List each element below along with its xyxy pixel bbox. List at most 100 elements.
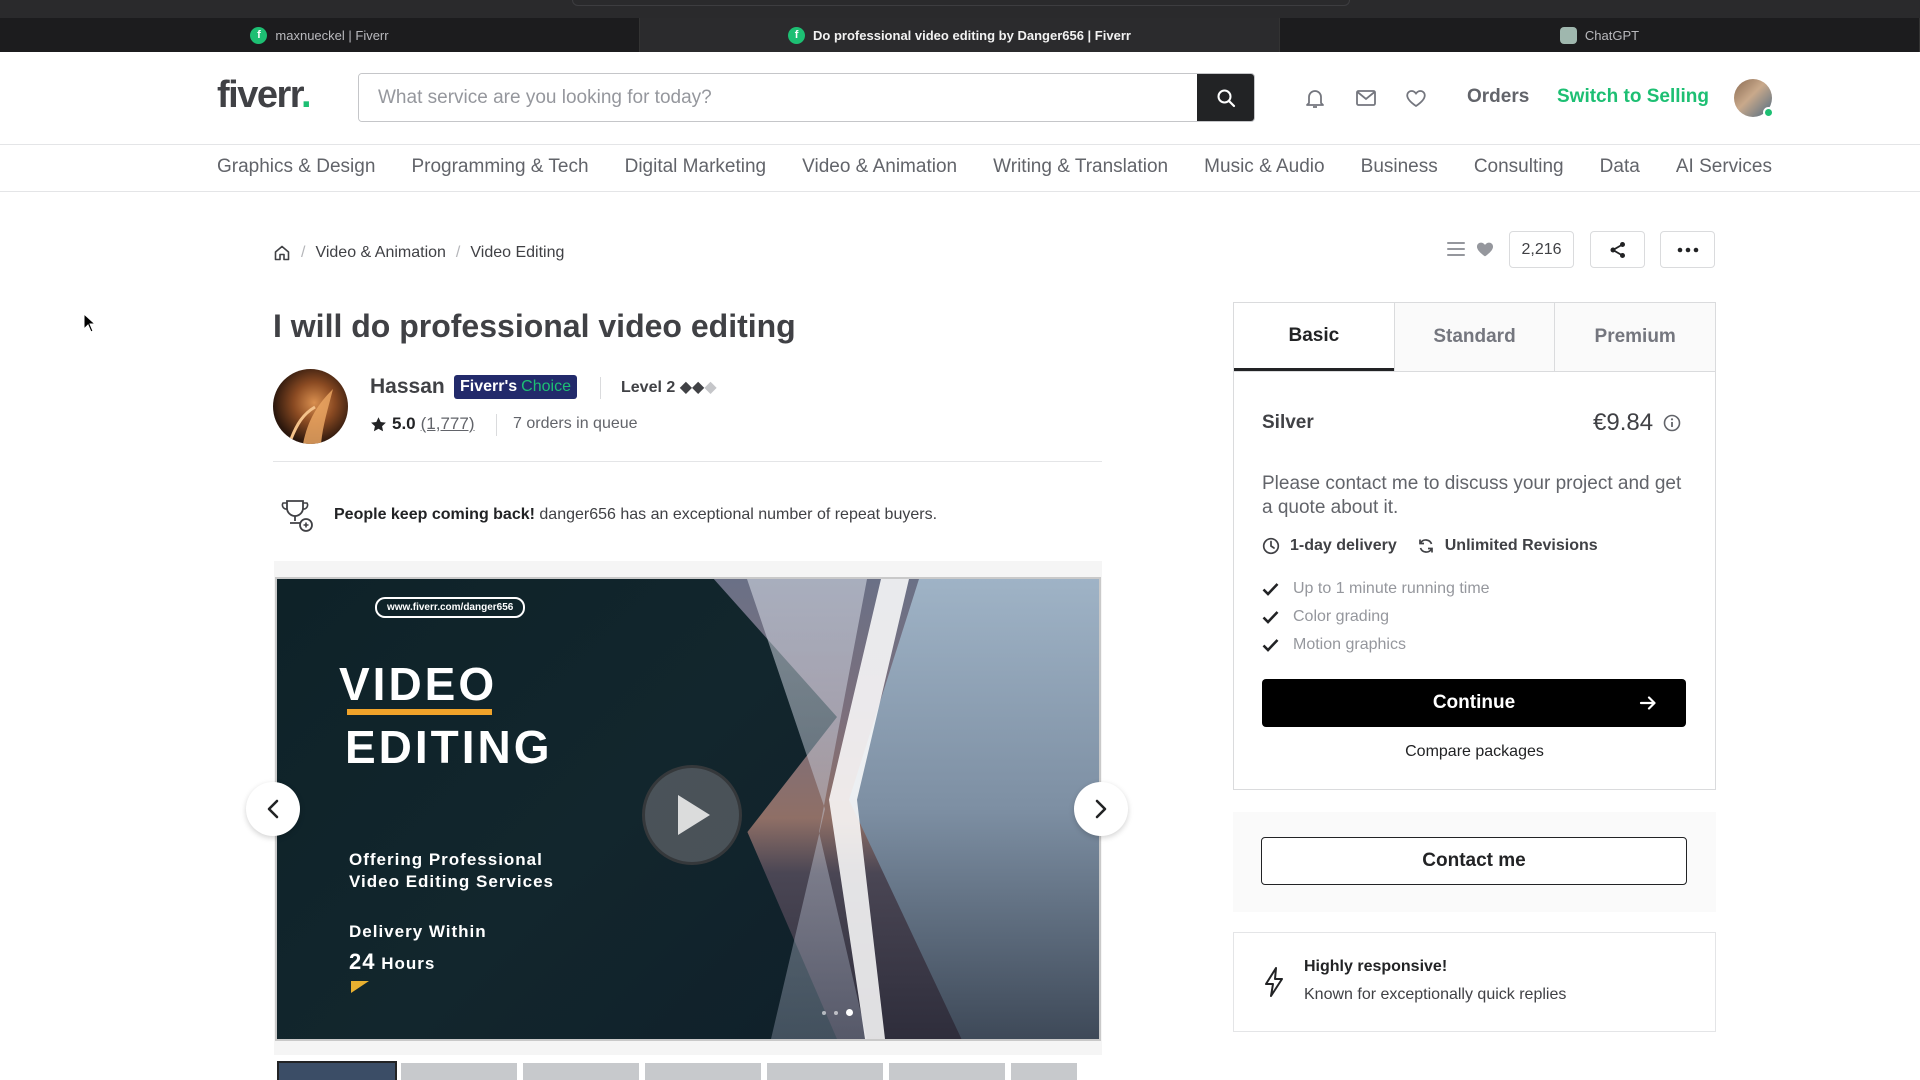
search-button[interactable]	[1197, 74, 1254, 121]
rating-count-link[interactable]: (1,777)	[421, 414, 475, 434]
gallery-slide[interactable]: www.fiverr.com/danger656 VIDEO EDITING O…	[275, 577, 1101, 1041]
seller-level: Level 2 ◆◆◆	[621, 377, 717, 397]
breadcrumb-video-editing[interactable]: Video Editing	[470, 244, 564, 262]
messages-button[interactable]	[1352, 84, 1380, 112]
slide-offer-line: Video Editing Services	[349, 872, 554, 891]
tab-title: maxnueckel | Fiverr	[275, 27, 389, 43]
feature-label: Up to 1 minute running time	[1293, 580, 1490, 597]
compare-packages-link[interactable]: Compare packages	[1233, 743, 1716, 761]
level-diamond-empty: ◆	[704, 379, 717, 396]
gallery-thumbnail[interactable]	[401, 1063, 517, 1080]
category-programming-tech[interactable]: Programming & Tech	[411, 156, 588, 178]
gallery-thumbnail[interactable]	[277, 1061, 397, 1080]
browser-tab-gig[interactable]: f Do professional video editing by Dange…	[640, 18, 1280, 52]
category-nav: Graphics & Design Programming & Tech Dig…	[0, 145, 1920, 192]
category-data[interactable]: Data	[1600, 156, 1640, 178]
category-business[interactable]: Business	[1361, 156, 1438, 178]
play-button[interactable]	[642, 765, 742, 865]
gig-title: I will do professional video editing	[273, 308, 796, 344]
gallery-prev-button[interactable]	[246, 782, 300, 836]
breadcrumb-separator: /	[455, 244, 461, 261]
share-button[interactable]	[1590, 231, 1645, 268]
gallery-thumbnail[interactable]	[523, 1063, 639, 1080]
divider	[496, 414, 497, 436]
category-writing-translation[interactable]: Writing & Translation	[993, 156, 1168, 178]
repeat-title: People keep coming back!	[334, 506, 535, 523]
info-icon[interactable]	[1663, 414, 1681, 432]
responsive-subtitle: Known for exceptionally quick replies	[1304, 986, 1567, 1003]
orders-link[interactable]: Orders	[1467, 86, 1529, 108]
continue-button[interactable]: Continue	[1262, 679, 1686, 727]
heart-icon	[1406, 90, 1426, 108]
fiverr-logo[interactable]: fiverr.	[217, 74, 312, 117]
search-input[interactable]	[359, 74, 1197, 121]
slide-offer: Offering Professional Video Editing Servi…	[349, 849, 554, 893]
slide-delivery-unit: Hours	[381, 954, 436, 973]
package-tabs: Basic Standard Premium	[1234, 303, 1716, 372]
more-icon	[1677, 247, 1698, 252]
trophy-icon	[281, 500, 313, 532]
heart-filled-icon[interactable]	[1474, 238, 1496, 260]
category-ai-services[interactable]: AI Services	[1676, 156, 1772, 178]
check-icon	[1262, 611, 1279, 624]
seller-name[interactable]: Hassan	[370, 375, 445, 399]
search-bar	[358, 73, 1255, 122]
browser-tab-chatgpt[interactable]: ChatGPT	[1280, 18, 1920, 52]
favorites-button[interactable]	[1402, 84, 1430, 112]
feature-item: Up to 1 minute running time	[1262, 575, 1490, 603]
slide-delivery-number: 24	[349, 949, 376, 974]
responsive-title: Highly responsive!	[1304, 958, 1448, 975]
play-icon	[678, 795, 710, 835]
feature-item: Color grading	[1262, 603, 1490, 631]
package-meta: 1-day delivery Unlimited Revisions	[1262, 537, 1598, 555]
category-digital-marketing[interactable]: Digital Marketing	[625, 156, 767, 178]
badge-text-choice: Choice	[521, 378, 571, 395]
refresh-icon	[1418, 539, 1433, 553]
tab-standard[interactable]: Standard	[1393, 303, 1555, 371]
clock-icon	[1262, 537, 1280, 555]
more-options-button[interactable]	[1660, 231, 1715, 268]
category-music-audio[interactable]: Music & Audio	[1204, 156, 1324, 178]
slide-url: www.fiverr.com/danger656	[375, 597, 526, 618]
browser-tab-bar: f maxnueckel | Fiverr f Do professional …	[0, 18, 1920, 52]
continue-label: Continue	[1432, 692, 1516, 713]
check-icon	[1262, 583, 1279, 596]
gallery-next-button[interactable]	[1074, 782, 1128, 836]
package-features: Up to 1 minute running time Color gradin…	[1262, 575, 1490, 659]
chatgpt-icon	[1559, 26, 1577, 44]
slide-triangle	[351, 981, 369, 993]
list-icon[interactable]	[1445, 238, 1467, 260]
user-avatar[interactable]	[1734, 79, 1774, 118]
orders-in-queue: 7 orders in queue	[513, 415, 638, 432]
category-graphics-design[interactable]: Graphics & Design	[217, 156, 375, 178]
switch-to-selling-link[interactable]: Switch to Selling	[1557, 86, 1709, 108]
package-name: Silver	[1262, 412, 1314, 433]
contact-me-button[interactable]: Contact me	[1261, 837, 1687, 885]
delivery-time: 1-day delivery	[1290, 537, 1397, 554]
notifications-button[interactable]	[1301, 84, 1329, 112]
slide-delivery-line: Delivery Within	[349, 922, 487, 941]
likes-count[interactable]: 2,216	[1509, 231, 1574, 268]
tab-premium[interactable]: Premium	[1554, 303, 1716, 371]
gallery-thumbnail[interactable]	[889, 1063, 1005, 1080]
category-video-animation[interactable]: Video & Animation	[802, 156, 957, 178]
breadcrumb-video-animation[interactable]: Video & Animation	[315, 244, 445, 262]
package-price: €9.84	[1593, 409, 1681, 437]
mouse-cursor	[83, 313, 97, 333]
repeat-text: danger656 has an exceptional number of r…	[539, 506, 938, 523]
category-consulting[interactable]: Consulting	[1474, 156, 1564, 178]
gallery-thumbnail[interactable]	[645, 1063, 761, 1080]
browser-top-bar	[0, 0, 1920, 18]
gallery-thumbnail[interactable]	[1011, 1063, 1077, 1080]
level-diamonds: ◆◆	[679, 379, 705, 396]
fiverr-icon: f	[788, 26, 806, 44]
home-icon[interactable]	[273, 244, 291, 262]
fiverr-icon: f	[250, 26, 268, 44]
browser-tab-profile[interactable]: f maxnueckel | Fiverr	[0, 18, 640, 52]
logo-dot: .	[300, 74, 312, 116]
seller-avatar[interactable]	[273, 369, 348, 444]
tab-basic[interactable]: Basic	[1234, 303, 1394, 371]
bell-icon	[1306, 90, 1324, 108]
level-text: Level 2	[621, 379, 676, 396]
gallery-thumbnail[interactable]	[767, 1063, 883, 1080]
